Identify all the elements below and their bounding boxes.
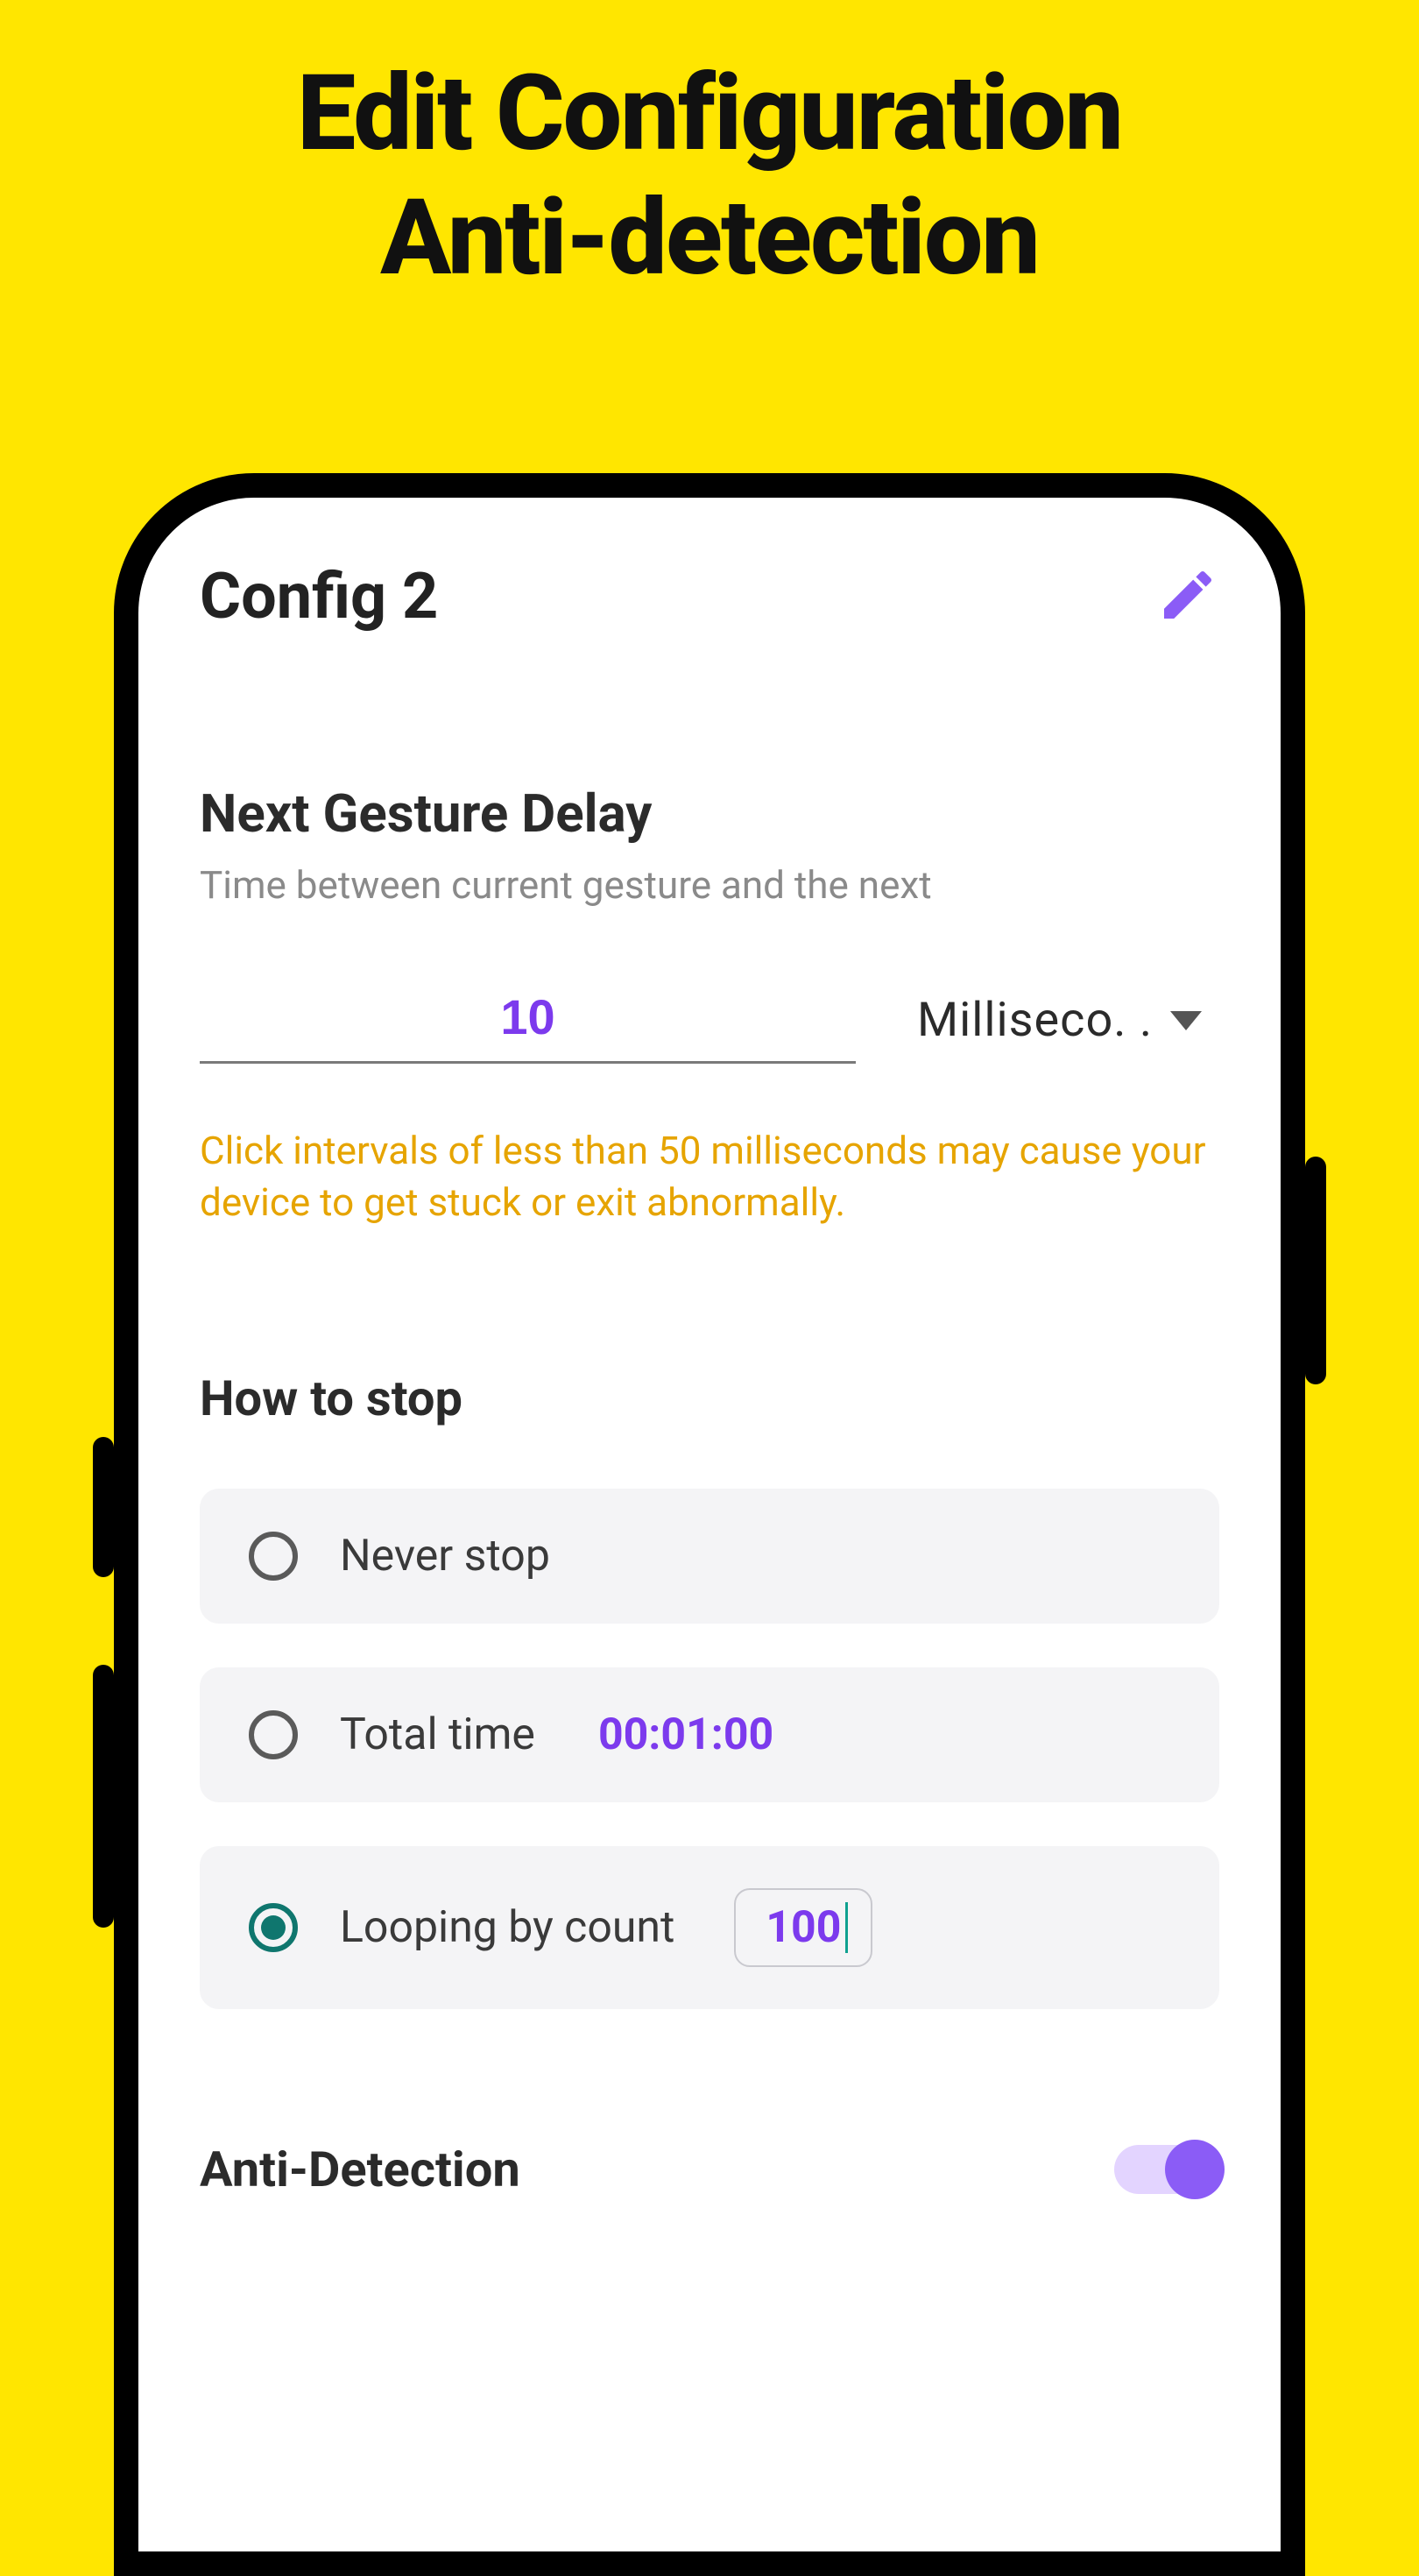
screen-header: Config 2 [200,559,1219,633]
stop-option-label: Looping by count [340,1902,674,1953]
chevron-down-icon [1170,1011,1202,1030]
stop-option-loop-count[interactable]: Looping by count 100 [200,1846,1219,2009]
app-screen: Config 2 Next Gesture Delay Time between… [138,498,1281,2198]
promo-banner: Edit Configuration Anti-detection [0,0,1419,301]
phone-frame: Config 2 Next Gesture Delay Time between… [114,473,1305,2576]
power-button-icon [1305,1157,1326,1384]
edit-icon[interactable] [1156,563,1219,630]
delay-section-title: Next Gesture Delay [200,782,1219,845]
toggle-knob-icon [1165,2140,1225,2199]
promo-line-1: Edit Configuration [0,53,1419,177]
anti-detection-label: Anti-Detection [200,2141,520,2198]
stop-option-label: Total time [340,1709,535,1760]
stop-option-total-time[interactable]: Total time 00:01:00 [200,1667,1219,1802]
page-title: Config 2 [200,559,438,633]
promo-line-2: Anti-detection [0,177,1419,301]
stop-section-title: How to stop [200,1369,1219,1427]
radio-icon [249,1532,298,1581]
stop-option-label: Never stop [340,1531,550,1582]
total-time-value[interactable]: 00:01:00 [598,1709,773,1760]
delay-warning-text: Click intervals of less than 50 millisec… [200,1125,1219,1229]
volume-button-icon [93,1437,114,1577]
volume-button-icon [93,1665,114,1928]
delay-unit-label: Milliseco. . [917,993,1153,1048]
radio-selected-icon [249,1903,298,1952]
loop-count-input[interactable]: 100 [734,1888,872,1967]
anti-detection-row: Anti-Detection [200,2141,1219,2198]
radio-icon [249,1710,298,1759]
delay-value-input[interactable] [200,978,856,1064]
delay-input-row: Milliseco. . [200,978,1219,1064]
delay-subtitle: Time between current gesture and the nex… [200,862,1219,908]
delay-unit-select[interactable]: Milliseco. . [908,993,1219,1064]
stop-option-never[interactable]: Never stop [200,1489,1219,1624]
anti-detection-toggle[interactable] [1114,2145,1219,2194]
